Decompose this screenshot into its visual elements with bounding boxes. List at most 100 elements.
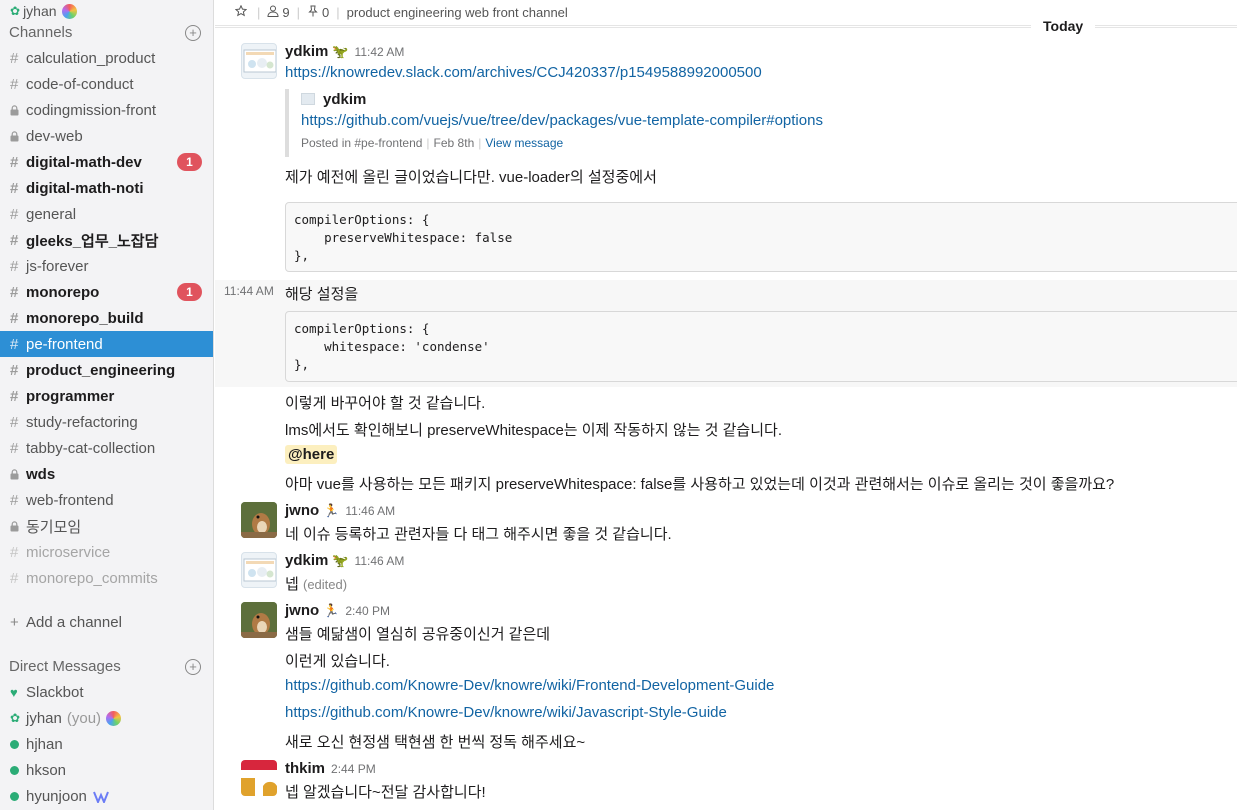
channel-name: code-of-conduct xyxy=(26,75,134,93)
sidebar-dm-item[interactable]: hyunjoon xyxy=(0,783,213,809)
sidebar-channel-item[interactable]: wds xyxy=(0,461,213,487)
message-text: 아마 vue를 사용하는 모든 패키지 preserveWhitespace: … xyxy=(285,476,1115,493)
channel-name: calculation_product xyxy=(26,49,156,67)
sidebar-channel-item[interactable]: # digital-math-noti xyxy=(0,175,213,201)
avatar[interactable] xyxy=(241,43,277,79)
wiki-link[interactable]: https://github.com/Knowre-Dev/knowre/wik… xyxy=(285,704,727,721)
pin-icon[interactable] xyxy=(307,5,322,20)
status-emoji-icon: 🦖 xyxy=(332,44,349,59)
attachment-link[interactable]: https://github.com/vuejs/vue/tree/dev/pa… xyxy=(301,112,823,129)
sender-name[interactable]: thkim xyxy=(285,760,325,777)
avatar[interactable] xyxy=(241,602,277,638)
message-header: thkim 2:44 PM xyxy=(285,760,376,777)
message-text: https://github.com/Knowre-Dev/knowre/wik… xyxy=(285,704,727,721)
channel-name: digital-math-dev xyxy=(26,153,142,171)
sender-name[interactable]: jwno xyxy=(285,602,319,619)
hash-icon: # xyxy=(10,283,19,301)
sidebar-channel-item[interactable]: # code-of-conduct xyxy=(0,71,213,97)
channel-name: monorepo_build xyxy=(26,309,144,327)
message-timestamp[interactable]: 11:46 AM xyxy=(345,504,395,518)
message-header: ydkim 🦖 11:46 AM xyxy=(285,552,404,569)
current-user[interactable]: ✿ jyhan xyxy=(10,2,77,20)
channel-name: dev-web xyxy=(26,127,83,145)
message-text: @here xyxy=(285,445,338,464)
status-emoji-icon xyxy=(106,710,122,726)
members-icon[interactable] xyxy=(267,5,282,20)
sidebar-channel-item[interactable]: # microservice xyxy=(0,539,213,565)
avatar[interactable] xyxy=(241,502,277,538)
sidebar-channel-item[interactable]: # product_engineering xyxy=(0,357,213,383)
message-timestamp[interactable]: 11:46 AM xyxy=(355,554,405,568)
sidebar-channel-item[interactable]: # js-forever xyxy=(0,253,213,279)
message-text: https://github.com/Knowre-Dev/knowre/wik… xyxy=(285,677,774,694)
wiki-link[interactable]: https://github.com/Knowre-Dev/knowre/wik… xyxy=(285,677,774,694)
channel-name: pe-frontend xyxy=(26,335,103,353)
sender-name[interactable]: ydkim xyxy=(285,552,328,569)
sidebar-channel-item[interactable]: # general xyxy=(0,201,213,227)
pin-count[interactable]: 0 xyxy=(322,5,329,20)
sidebar-dm-item[interactable]: hjhan xyxy=(0,731,213,757)
presence-dot-icon xyxy=(10,739,26,749)
channel-name: js-forever xyxy=(26,257,89,275)
message-text: 제가 예전에 올린 글이었습니다만. vue-loader의 설정중에서 xyxy=(285,169,657,186)
message-timestamp[interactable]: 11:44 AM xyxy=(224,284,274,298)
attachment-avatar-icon xyxy=(301,93,315,105)
sidebar-dm-item[interactable]: ♥ Slackbot xyxy=(0,679,213,705)
hash-icon: # xyxy=(10,491,19,509)
dm-name: hjhan xyxy=(26,735,63,753)
dm-name: hkson xyxy=(26,761,67,779)
here-mention[interactable]: @here xyxy=(285,445,338,464)
sidebar-dm-item[interactable]: ✿ jyhan (you) xyxy=(0,705,213,731)
sidebar-channel-item[interactable]: # monorepo_build xyxy=(0,305,213,331)
direct-messages-header: Direct Messages + xyxy=(9,658,201,675)
add-channel-plus-icon[interactable]: + xyxy=(185,24,201,41)
sidebar-channel-item[interactable]: codingmission-front xyxy=(0,97,213,123)
channel-name: product_engineering xyxy=(26,361,176,379)
message-timestamp[interactable]: 2:44 PM xyxy=(331,762,376,776)
channels-header-label[interactable]: Channels xyxy=(9,24,72,41)
channel-topic[interactable]: product engineering web front channel xyxy=(347,5,568,20)
direct-messages-header-label[interactable]: Direct Messages xyxy=(9,658,121,675)
attachment-date[interactable]: Feb 8th xyxy=(434,136,475,150)
sidebar-channel-item[interactable]: # digital-math-dev 1 xyxy=(0,149,213,175)
message-link[interactable]: https://knowredev.slack.com/archives/CCJ… xyxy=(285,64,762,81)
add-channel-button[interactable]: + Add a channel xyxy=(10,612,122,632)
avatar[interactable] xyxy=(241,760,277,796)
hash-icon: # xyxy=(10,153,19,171)
sidebar-channel-item[interactable]: # monorepo_commits xyxy=(0,565,213,591)
message-timestamp[interactable]: 2:40 PM xyxy=(345,604,390,618)
sidebar-channel-item[interactable]: # web-frontend xyxy=(0,487,213,513)
hash-icon: # xyxy=(10,257,19,275)
new-dm-plus-icon[interactable]: + xyxy=(185,658,201,675)
member-count[interactable]: 9 xyxy=(282,5,289,20)
sidebar-channel-item[interactable]: # programmer xyxy=(0,383,213,409)
attachment-posted-in[interactable]: Posted in #pe-frontend xyxy=(301,136,422,150)
sidebar-channel-item[interactable]: # pe-frontend xyxy=(0,331,213,357)
attachment-author[interactable]: ydkim xyxy=(323,91,366,108)
view-message-link[interactable]: View message xyxy=(485,136,563,150)
sidebar-channel-item[interactable]: # calculation_product xyxy=(0,45,213,71)
sidebar-channel-item[interactable]: # study-refactoring xyxy=(0,409,213,435)
sidebar-channel-item[interactable]: dev-web xyxy=(0,123,213,149)
hash-icon: # xyxy=(10,179,19,197)
message-text: 넵 (edited) xyxy=(285,573,347,594)
sender-name[interactable]: ydkim xyxy=(285,43,328,60)
sidebar-channel-item[interactable]: # tabby-cat-collection xyxy=(0,435,213,461)
sidebar-channel-item[interactable]: # monorepo 1 xyxy=(0,279,213,305)
sidebar-channel-item[interactable]: # gleeks_업무_노잡담 xyxy=(0,227,213,253)
message-text: 이렇게 바꾸어야 할 것 같습니다. xyxy=(285,395,486,412)
sidebar-dm-item[interactable]: hkson xyxy=(0,757,213,783)
archive-link[interactable]: https://knowredev.slack.com/archives/CCJ… xyxy=(285,64,762,81)
heart-icon: ♥ xyxy=(10,684,18,700)
channel-name: codingmission-front xyxy=(26,101,157,119)
avatar[interactable] xyxy=(241,552,277,588)
star-icon[interactable] xyxy=(234,4,250,20)
sender-name[interactable]: jwno xyxy=(285,502,319,519)
lock-icon xyxy=(10,104,26,116)
hash-icon: # xyxy=(10,361,19,379)
message-timestamp[interactable]: 11:42 AM xyxy=(355,45,405,59)
channel-name: digital-math-noti xyxy=(26,179,144,197)
sidebar-channel-item[interactable]: 동기모임 xyxy=(0,513,213,539)
plus-icon: + xyxy=(10,613,19,631)
message-text: 해당 설정을 xyxy=(285,286,359,303)
